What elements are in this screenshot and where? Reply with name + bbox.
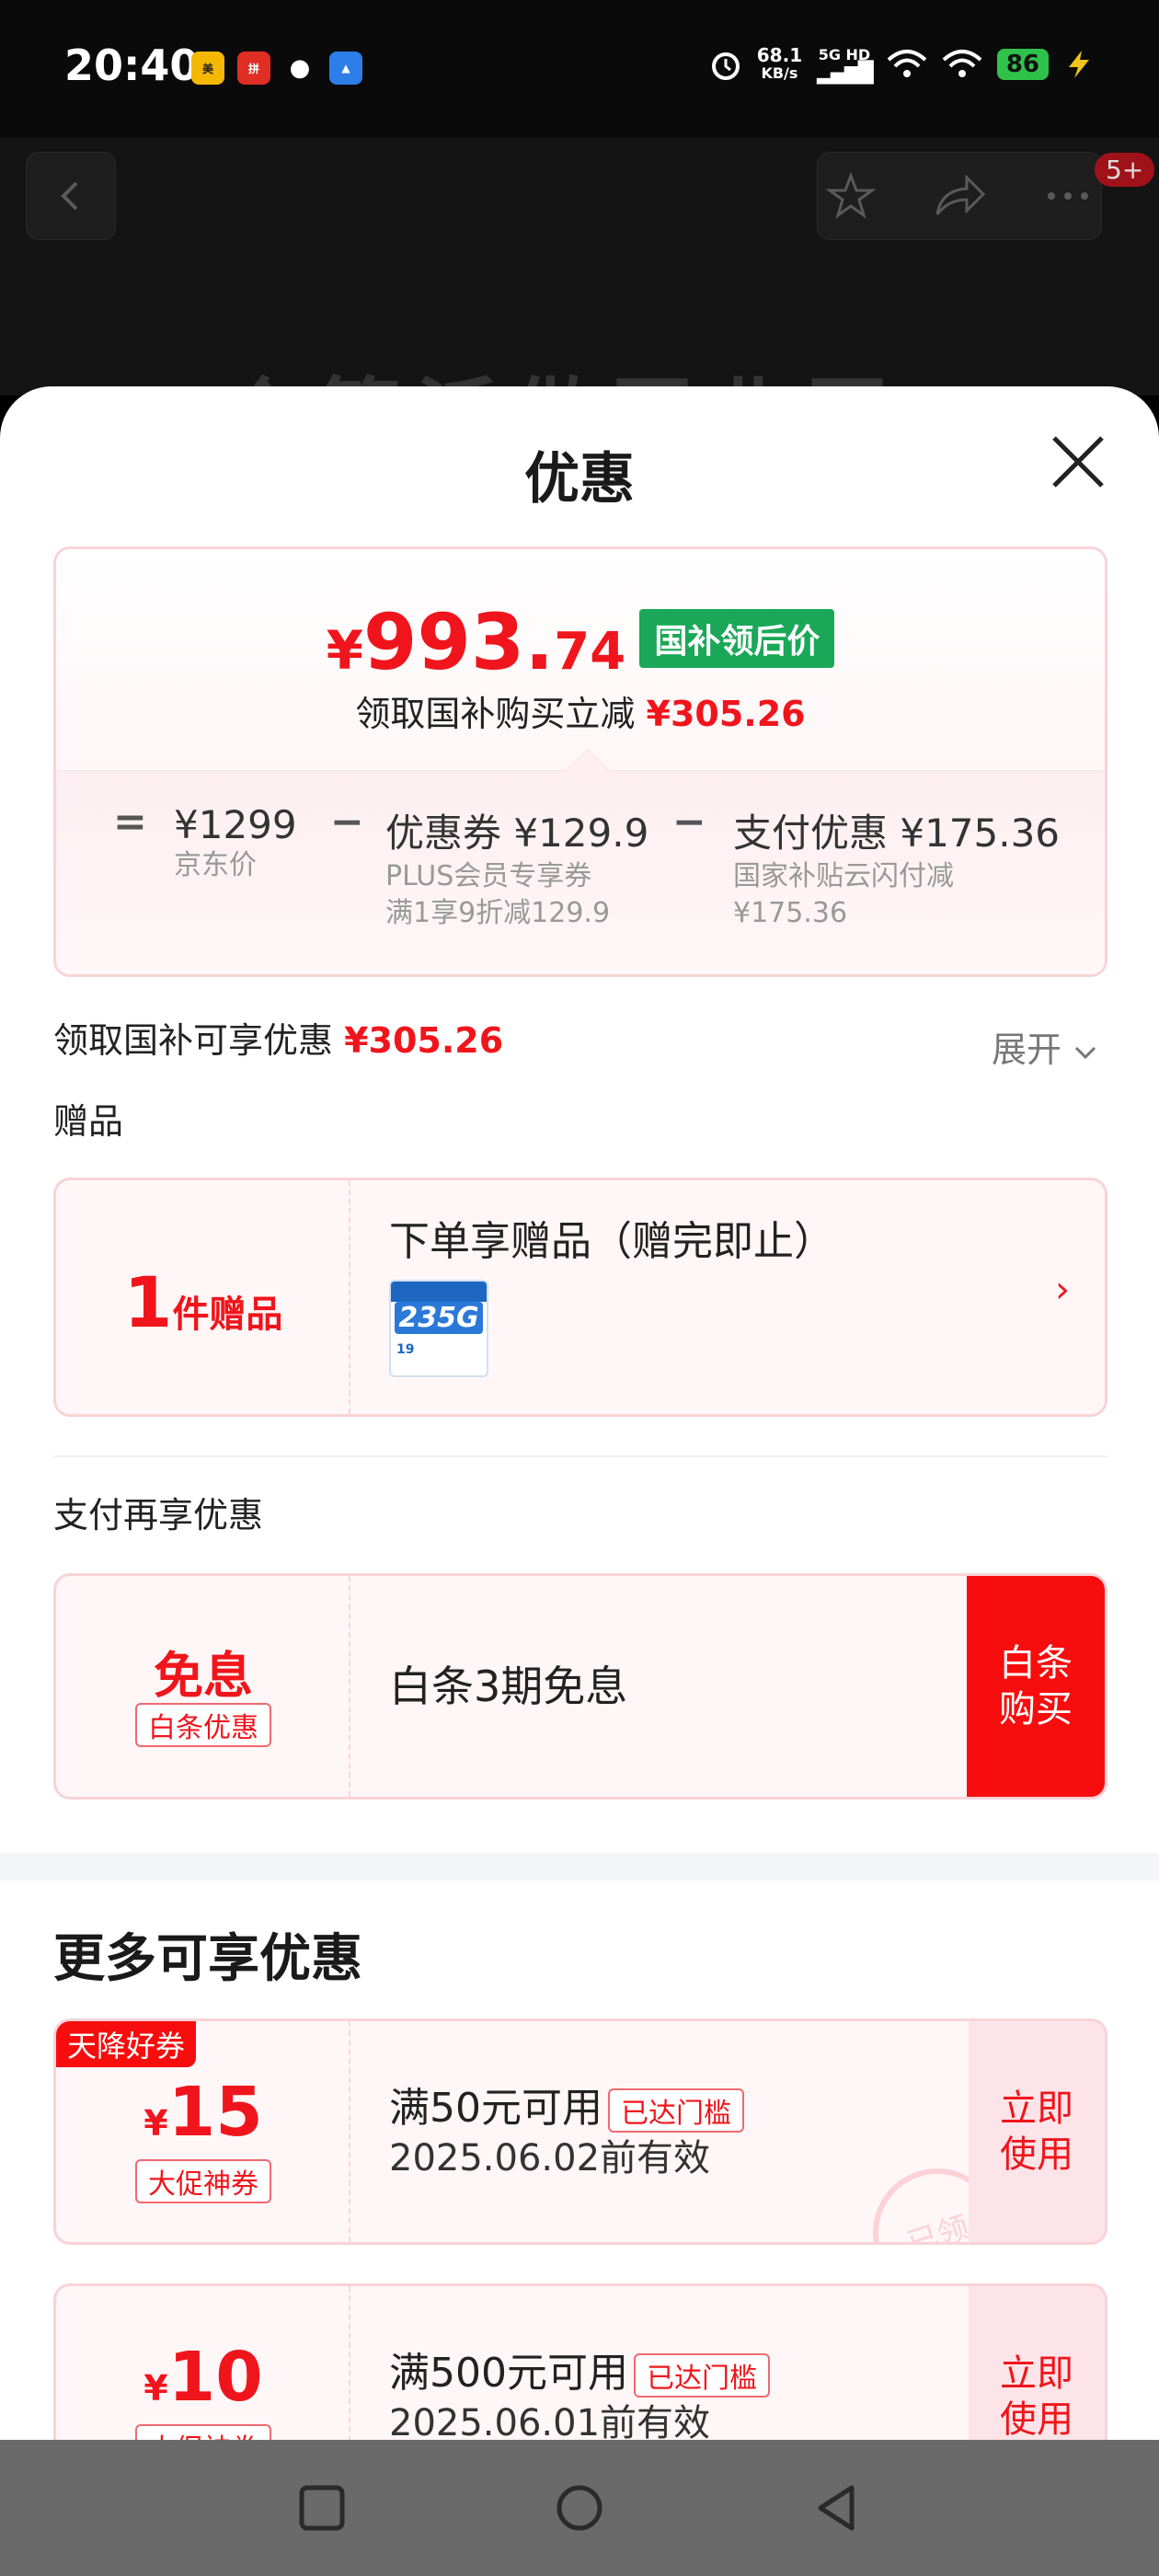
threshold-tag: 已达门槛 [608, 2088, 744, 2133]
gift-thumb-band [391, 1282, 487, 1302]
coupon-condition: 满500元可用 已达门槛 [389, 2340, 770, 2398]
final-price-line: ¥993.74 国补领后价 [56, 597, 1105, 687]
price-subtitle: 领取国补购买立减 ¥305.26 [355, 694, 806, 734]
back-button[interactable] [26, 152, 116, 240]
wechat-icon: ● [283, 52, 316, 85]
use-coupon-button[interactable]: 立即 使用 [969, 2286, 1105, 2440]
price-breakdown: = ¥1299 京东价 − 优惠券 ¥129.9 PLUS会员专享券 满1享9折… [56, 748, 1105, 974]
minus-sign-2: − [672, 799, 706, 845]
coupon-card: ¥10 大促神券 满500元可用已达门槛 2025.06.01前有效 立即使用 [53, 2283, 1107, 2440]
coupon-corner-tag: 天降好券 [56, 2021, 197, 2067]
alarm-icon [711, 52, 740, 80]
notification-app-icons: 美 拼 ● ▲ [191, 52, 362, 85]
gift-section-label: 赠品 [53, 1101, 124, 1142]
star-icon[interactable] [825, 170, 877, 222]
final-price: ¥993.74 [326, 597, 626, 687]
network-speed: 68.1 KB/s [756, 44, 803, 82]
interest-free-label: 免息 [154, 1647, 253, 1705]
share-icon[interactable] [932, 170, 987, 222]
status-time: 20:40 [64, 40, 200, 90]
status-right: 68.1 KB/s 5G HD ▂▄▆█ 86 [709, 44, 1095, 85]
cellular-signal-icon: 5G HD ▂▄▆█ [817, 46, 874, 85]
status-bar: 20:40 美 拼 ● ▲ 68.1 KB/s 5G HD ▂▄▆█ 86 [0, 0, 1159, 138]
price-top: ¥993.74 国补领后价 领取国补购买立减 ¥305.26 [56, 549, 1105, 770]
coupon-validity: 2025.06.01前有效 [389, 2402, 711, 2440]
notification-badge: 5+ [1095, 153, 1155, 187]
coupon-type-tag: 大促神券 [135, 2159, 271, 2203]
system-nav-bar [0, 2440, 1159, 2576]
divider [53, 1455, 1107, 1457]
use-coupon-button[interactable]: 立即 使用 [969, 2021, 1105, 2242]
jd-price-term: ¥1299 京东价 [174, 802, 297, 881]
threshold-tag: 已达门槛 [633, 2353, 770, 2398]
more-icon[interactable] [1042, 170, 1094, 222]
expand-button[interactable]: 展开 [992, 1021, 1098, 1072]
chevron-right-icon: › [1055, 1269, 1070, 1311]
coupon-condition: 满50元可用 已达门槛 [389, 2075, 744, 2133]
chevron-down-icon [1075, 1046, 1096, 1060]
baitiao-tag: 白条优惠 [135, 1703, 271, 1747]
coupon-amount: ¥10 [143, 2338, 263, 2417]
payment-term: 支付优惠 ¥175.36 国家补贴云闪付减 ¥175.36 [733, 811, 1061, 929]
wifi-icon-2 [942, 50, 982, 77]
section-gap [0, 1853, 1159, 1880]
baitiao-left-panel: 免息 白条优惠 [56, 1576, 350, 1797]
gift-thumbnail: 235G 19 [389, 1280, 488, 1377]
discount-sheet: 优惠 ¥993.74 国补领后价 领取国补购买立减 ¥305.26 = ¥129… [0, 386, 1159, 2440]
subsidy-price-tag: 国补领后价 [639, 609, 835, 668]
minus-sign: − [330, 799, 364, 845]
subsidy-row-label: 领取国补可享优惠 ¥305.26 [53, 1020, 504, 1061]
gift-title: 下单享赠品（赠完即止） [389, 1218, 834, 1265]
baitiao-buy-button[interactable]: 白条 购买 [967, 1576, 1105, 1797]
gift-thumb-text: 235G [395, 1302, 483, 1334]
gift-thumb-price: 19 [396, 1342, 415, 1357]
equals-sign: = [113, 799, 147, 845]
close-icon[interactable] [1049, 432, 1107, 491]
gift-count-panel: 1件赠品 [56, 1180, 350, 1414]
coupon-card: ¥15 大促神券 天降好券 满50元可用 已达门槛 2025.06.02前有效 已… [53, 2018, 1107, 2245]
baitiao-text: 白条3期免息 [389, 1662, 628, 1711]
pinduoduo-icon: 拼 [237, 52, 270, 85]
coupon-validity: 2025.06.02前有效 [389, 2137, 711, 2179]
battery-indicator: 86 [996, 49, 1049, 80]
coupon-left-panel: ¥10 大促神券 [56, 2286, 350, 2440]
meituan-icon: 美 [191, 52, 224, 85]
coupon-amount: ¥15 [143, 2073, 263, 2152]
more-discounts-title: 更多可享优惠 [53, 1929, 362, 1989]
payment-section-label: 支付再享优惠 [53, 1495, 264, 1535]
coupon-type-wrap: 大促神券 [56, 2424, 350, 2440]
wifi-icon [887, 50, 927, 77]
recent-apps-icon[interactable] [296, 2482, 348, 2534]
price-summary-card: ¥993.74 国补领后价 领取国补购买立减 ¥305.26 = ¥1299 京… [53, 546, 1107, 977]
top-actions [817, 152, 1102, 240]
home-icon[interactable] [554, 2482, 605, 2534]
coupon-term: 优惠券 ¥129.9 PLUS会员专享券 满1享9折减129.9 [385, 811, 649, 929]
sheet-title: 优惠 [524, 447, 635, 512]
baitiao-tag-wrap: 白条优惠 [56, 1703, 350, 1747]
baitiao-card: 免息 白条优惠 白条3期免息 白条 购买 [53, 1573, 1107, 1800]
gift-count: 1件赠品 [123, 1261, 283, 1343]
gift-card[interactable]: 1件赠品 下单享赠品（赠完即止） 235G 19 › [53, 1178, 1107, 1417]
coupon-type-wrap: 大促神券 [56, 2159, 350, 2203]
back-nav-icon[interactable] [811, 2482, 863, 2534]
maps-icon: ▲ [329, 52, 362, 85]
chevron-left-icon [61, 181, 78, 211]
charging-icon [1069, 51, 1089, 78]
coupon-type-tag: 大促神券 [135, 2424, 271, 2440]
